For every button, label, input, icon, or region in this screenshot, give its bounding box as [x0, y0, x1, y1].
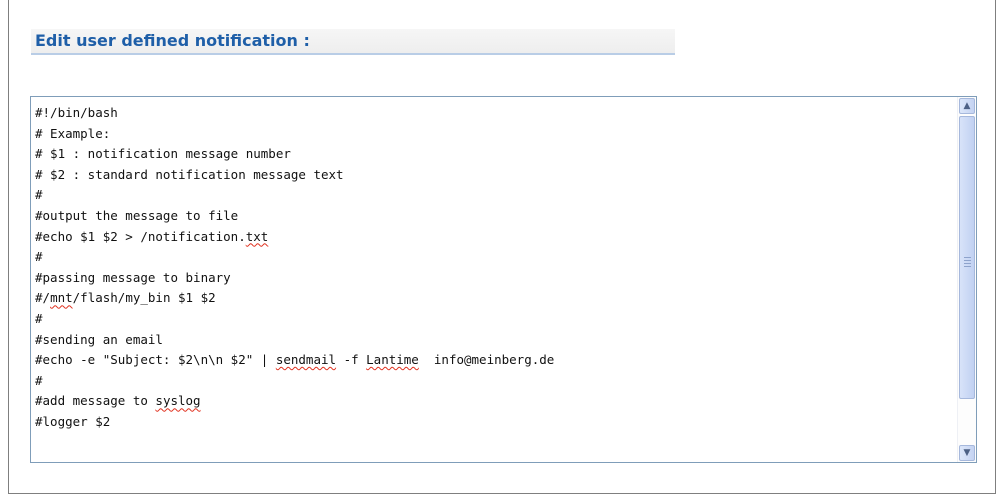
- grip-line: [964, 266, 971, 267]
- scroll-up-button[interactable]: ▲: [959, 98, 975, 114]
- code-line: # Example:: [35, 125, 111, 141]
- code-area[interactable]: #!/bin/bash # Example: # $1 : notificati…: [31, 97, 957, 462]
- code-line: #sending an email: [35, 331, 163, 347]
- code-line: #/mnt/flash/my_bin $1 $2: [35, 290, 216, 306]
- chevron-up-icon: ▲: [963, 101, 971, 111]
- scroll-thumb[interactable]: [959, 116, 975, 399]
- code-line: #add message to syslog: [35, 393, 201, 409]
- code-line: #: [35, 187, 43, 203]
- spellcheck-word: txt: [245, 228, 269, 244]
- chevron-down-icon: ▼: [963, 448, 971, 458]
- grip-line: [964, 260, 971, 261]
- code-line: #: [35, 372, 43, 388]
- code-line: # $1 : notification message number: [35, 146, 291, 162]
- spellcheck-word: syslog: [155, 393, 201, 409]
- code-line: #: [35, 249, 43, 265]
- grip-line: [964, 257, 971, 258]
- code-line: #logger $2: [35, 413, 111, 429]
- section-title: Edit user defined notification :: [35, 31, 310, 50]
- code-line: #!/bin/bash: [35, 105, 118, 120]
- grip-line: [964, 263, 971, 264]
- spellcheck-word: mnt: [50, 290, 73, 306]
- notification-script-textarea[interactable]: #!/bin/bash # Example: # $1 : notificati…: [30, 96, 977, 463]
- spellcheck-word: sendmail: [275, 352, 337, 368]
- code-line: # $2 : standard notification message tex…: [35, 166, 344, 182]
- spellcheck-word: Lantime: [366, 352, 419, 368]
- code-line: #echo $1 $2 > /notification.txt: [35, 228, 269, 244]
- code-line: #passing message to binary: [35, 269, 231, 285]
- code-line: #: [35, 310, 43, 326]
- code-line: #output the message to file: [35, 207, 239, 223]
- vertical-scrollbar[interactable]: ▲ ▼: [957, 97, 976, 462]
- scroll-down-button[interactable]: ▼: [959, 445, 975, 461]
- code-line: #echo -e "Subject: $2\n\n $2" | sendmail…: [35, 352, 555, 368]
- section-header: Edit user defined notification :: [31, 29, 675, 55]
